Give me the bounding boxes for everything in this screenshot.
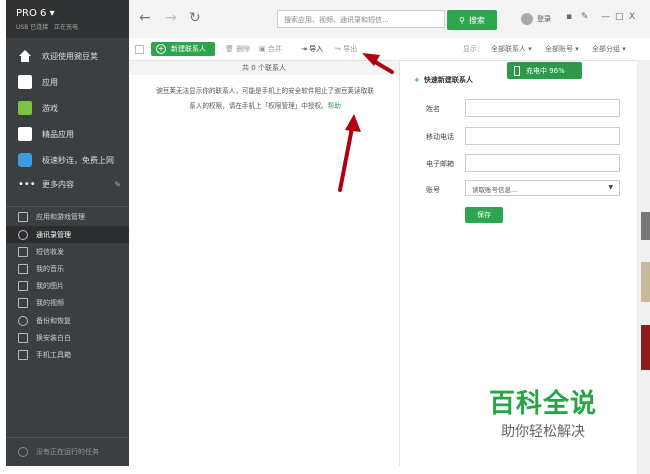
- arrow-to-help: [338, 114, 361, 192]
- annotation-arrows: [338, 53, 394, 192]
- arrow-to-export: [362, 53, 394, 74]
